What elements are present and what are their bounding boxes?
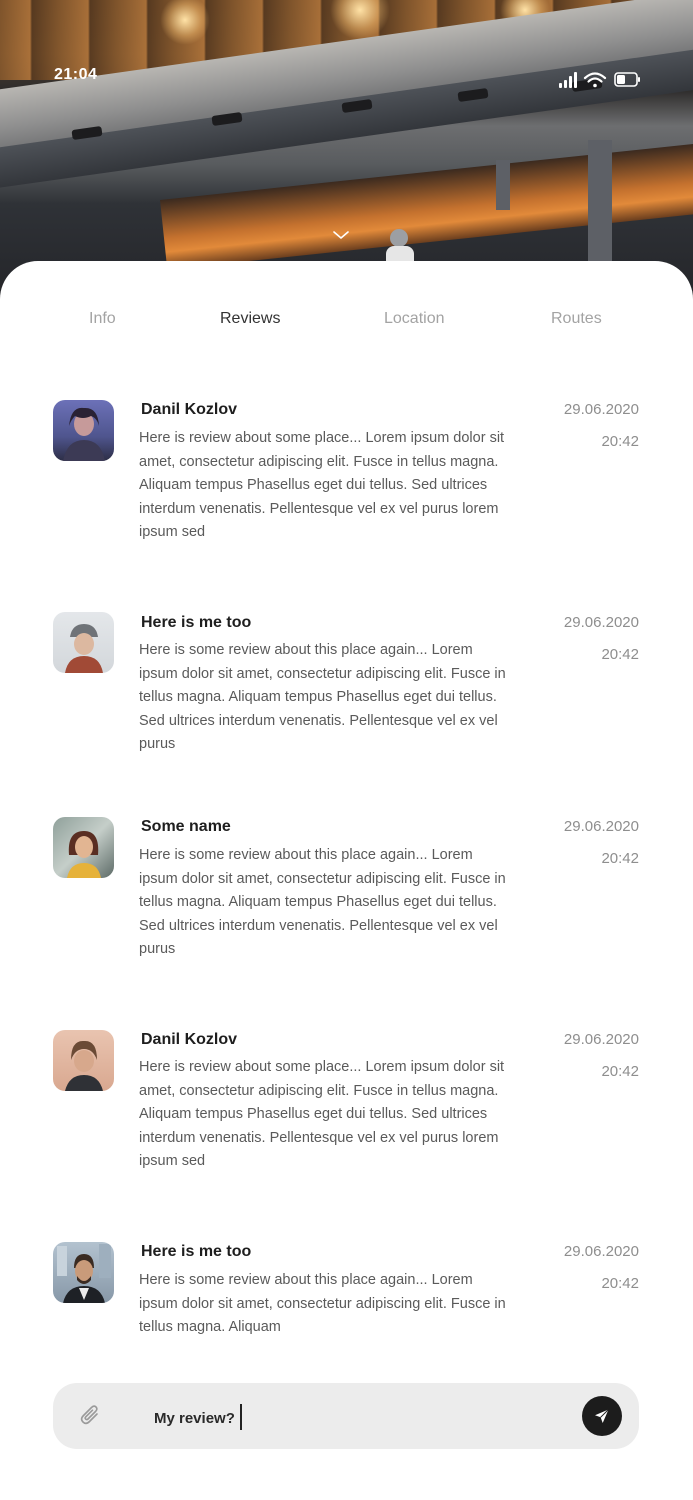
hero-pillar [496, 160, 510, 210]
review-text: Here is review about some place... Lorem… [139, 430, 505, 540]
review-text: Here is some review about this place aga… [139, 1272, 506, 1335]
review-input[interactable]: My review? [154, 1410, 235, 1427]
review-date: 29.06.2020 [563, 818, 639, 835]
signal-icon [559, 72, 577, 88]
review-time: 20:42 [601, 1275, 639, 1292]
avatar-image [65, 624, 103, 673]
avatar[interactable] [53, 817, 114, 878]
tab-routes[interactable]: Routes [551, 310, 602, 328]
wifi-icon [583, 72, 607, 88]
status-time: 21:04 [54, 66, 98, 83]
reviewer-name[interactable]: Here is me too [141, 1243, 251, 1261]
reviewer-name[interactable]: Here is me too [141, 614, 251, 632]
reviewer-name[interactable]: Danil Kozlov [141, 401, 237, 419]
paperclip-icon[interactable] [78, 1403, 102, 1427]
review-date: 29.06.2020 [563, 401, 639, 418]
avatar[interactable] [53, 612, 114, 673]
hero-photo [0, 0, 693, 300]
review-composer: My review? [53, 1383, 639, 1449]
status-icons [559, 72, 640, 88]
review-date: 29.06.2020 [563, 614, 639, 631]
avatar[interactable] [53, 400, 114, 461]
avatar-image [67, 831, 101, 878]
review-date: 29.06.2020 [563, 1243, 639, 1260]
hero-pillar [588, 140, 612, 265]
review-text: Here is review about some place... Lorem… [139, 1059, 505, 1169]
tab-reviews[interactable]: Reviews [220, 310, 280, 328]
hero-person [390, 229, 408, 247]
review-time: 20:42 [601, 433, 639, 450]
tab-info[interactable]: Info [89, 310, 116, 328]
review-text: Here is some review about this place aga… [139, 642, 506, 752]
avatar-image [63, 407, 105, 461]
avatar[interactable] [53, 1242, 114, 1303]
send-icon [595, 1409, 609, 1423]
chevron-down-icon[interactable] [333, 227, 349, 243]
avatar[interactable] [53, 1030, 114, 1091]
tab-location[interactable]: Location [384, 310, 445, 328]
text-caret [240, 1404, 242, 1430]
review-text: Here is some review about this place aga… [139, 847, 506, 957]
send-button[interactable] [582, 1396, 622, 1436]
review-time: 20:42 [601, 850, 639, 867]
tab-bar: Info Reviews Location Routes [0, 310, 693, 334]
review-time: 20:42 [601, 646, 639, 663]
reviewer-name[interactable]: Some name [141, 818, 231, 836]
avatar-image [65, 1040, 103, 1091]
avatar-image [57, 1244, 111, 1303]
reviewer-name[interactable]: Danil Kozlov [141, 1031, 237, 1049]
battery-icon [614, 72, 640, 87]
review-time: 20:42 [601, 1063, 639, 1080]
hero-floor [160, 141, 693, 270]
review-date: 29.06.2020 [563, 1031, 639, 1048]
